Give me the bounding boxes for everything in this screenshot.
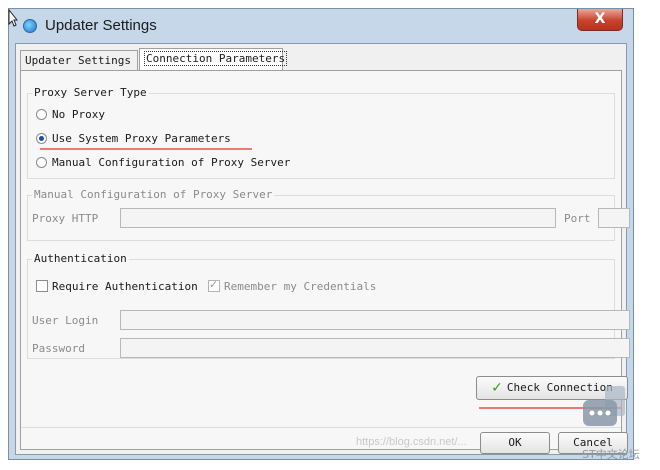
require-authentication-checkbox[interactable]: Require Authentication	[36, 280, 198, 293]
tab-label: Connection Parameters	[144, 51, 288, 66]
radio-no-proxy[interactable]: No Proxy	[36, 108, 105, 121]
password-input[interactable]	[120, 338, 630, 358]
close-button[interactable]: X	[577, 9, 623, 31]
radio-system-proxy[interactable]: Use System Proxy Parameters	[36, 132, 231, 145]
connection-parameters-panel: Proxy Server Type No Proxy Use System Pr…	[20, 70, 630, 450]
user-login-label: User Login	[32, 314, 99, 327]
radio-button-selected	[36, 133, 47, 144]
checkmark-icon: ✓	[491, 380, 503, 396]
updater-settings-window: Updater Settings X Updater Settings Conn…	[8, 8, 634, 460]
proxy-http-input[interactable]	[120, 208, 556, 228]
checkbox-label: Require Authentication	[52, 280, 198, 293]
red-underline-annotation	[40, 148, 252, 150]
user-login-input[interactable]	[120, 310, 630, 330]
forum-logo-text: ST中文论坛	[582, 448, 640, 461]
port-label: Port	[564, 212, 591, 225]
mouse-cursor-icon	[8, 9, 18, 27]
authentication-legend: Authentication	[32, 252, 129, 265]
checkbox-box	[36, 280, 48, 292]
forum-logo-icon	[583, 386, 625, 426]
authentication-group: Authentication Require Authentication Re…	[27, 252, 630, 359]
radio-manual-proxy[interactable]: Manual Configuration of Proxy Server	[36, 156, 290, 169]
tab-updater-settings[interactable]: Updater Settings	[20, 50, 138, 70]
title-bar: Updater Settings X	[9, 9, 633, 43]
close-icon: X	[594, 11, 606, 27]
remember-credentials-checkbox[interactable]: Remember my Credentials	[208, 278, 377, 293]
proxy-http-label: Proxy HTTP	[32, 212, 99, 225]
port-input[interactable]	[598, 208, 630, 228]
tab-connection-parameters[interactable]: Connection Parameters	[139, 48, 288, 70]
proxy-type-legend: Proxy Server Type	[32, 86, 149, 99]
window-title: Updater Settings	[45, 17, 157, 34]
checkbox-label: Remember my Credentials	[224, 280, 377, 293]
divider	[21, 427, 621, 428]
radio-label: No Proxy	[52, 108, 105, 121]
ok-button[interactable]: OK	[480, 432, 550, 454]
watermark-text: https://blog.csdn.net/...	[356, 436, 467, 448]
manual-config-group: Manual Configuration of Proxy Server Pro…	[27, 188, 630, 241]
dialog-client-area: Updater Settings Connection Parameters P…	[15, 43, 630, 455]
password-label: Password	[32, 342, 85, 355]
manual-config-legend: Manual Configuration of Proxy Server	[32, 188, 275, 201]
radio-button	[36, 157, 47, 168]
radio-button	[36, 109, 47, 120]
radio-label: Manual Configuration of Proxy Server	[52, 156, 291, 169]
proxy-type-group: Proxy Server Type No Proxy Use System Pr…	[27, 86, 615, 179]
app-icon	[23, 19, 37, 33]
radio-label: Use System Proxy Parameters	[52, 132, 231, 145]
checkbox-box-checked	[208, 278, 220, 292]
